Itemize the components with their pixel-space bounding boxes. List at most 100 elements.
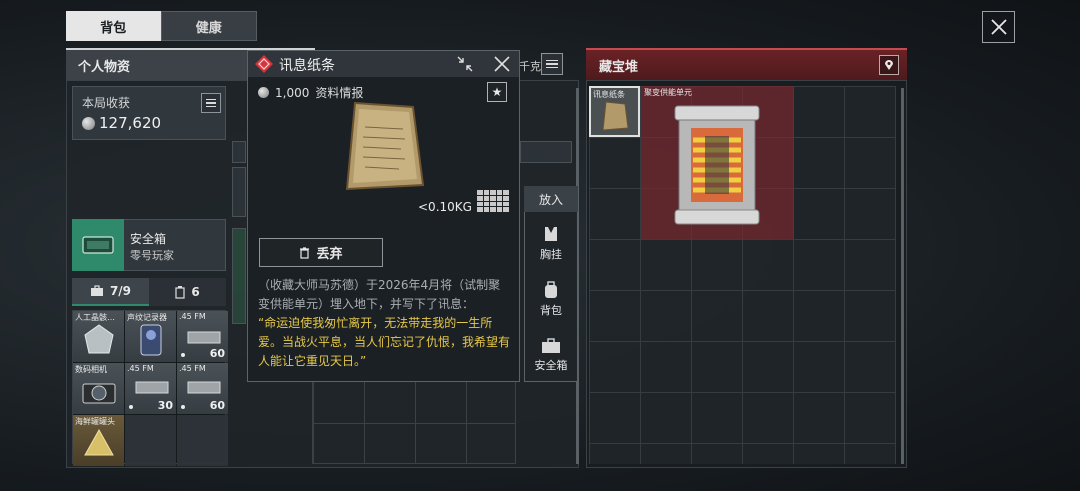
item-name: 人工晶骸… bbox=[75, 313, 115, 322]
slot-count: 7/9 bbox=[109, 284, 132, 298]
recorder-icon bbox=[140, 324, 162, 356]
backpack-icon bbox=[545, 281, 557, 298]
item-weight: <0.10KG bbox=[418, 200, 472, 214]
item-quantity: 30 bbox=[157, 399, 173, 412]
discard-label: 丢弃 bbox=[316, 247, 343, 262]
size-cell bbox=[490, 195, 496, 201]
item-name: .45 FM bbox=[127, 364, 154, 373]
item-value: 1,000 bbox=[275, 85, 310, 100]
item-name: 讯息纸条 bbox=[593, 90, 625, 99]
treasure-item-fusion-unit[interactable]: 聚变供能单元 bbox=[641, 86, 794, 239]
list-icon bbox=[206, 98, 216, 101]
size-cell bbox=[477, 207, 483, 212]
inventory-item[interactable]: 声纹记录器 bbox=[125, 311, 176, 362]
mid-grid bbox=[312, 380, 516, 464]
star-icon: ★ bbox=[491, 85, 503, 99]
popup-title: 讯息纸条 bbox=[279, 58, 335, 74]
fusion-unit-icon bbox=[674, 105, 760, 225]
item-description: （收藏大师马苏德）于2026年4月将（试制聚变供能单元）埋入地下，并写下了讯息：… bbox=[258, 276, 510, 371]
earnings-label: 本局收获 bbox=[82, 96, 131, 110]
ammo-box-icon bbox=[187, 381, 221, 394]
briefcase-icon bbox=[90, 285, 103, 296]
note-paper-image bbox=[345, 101, 425, 191]
size-cell bbox=[503, 207, 509, 212]
size-cell bbox=[477, 190, 483, 195]
list-icon-line bbox=[546, 66, 558, 69]
empty-slot[interactable] bbox=[125, 415, 176, 466]
put-option-safe-box[interactable]: 安全箱 bbox=[524, 338, 578, 373]
popup-close-icon[interactable] bbox=[492, 54, 512, 74]
put-option-label: 背包 bbox=[540, 304, 562, 317]
mid-fragment bbox=[232, 141, 246, 163]
size-cell bbox=[503, 190, 509, 195]
tab-health[interactable]: 健康 bbox=[160, 11, 257, 41]
size-cell bbox=[477, 195, 483, 201]
discard-button[interactable]: 丢弃 bbox=[259, 238, 383, 267]
ammo-box-icon bbox=[135, 381, 169, 394]
list-icon bbox=[546, 59, 558, 62]
inventory-item[interactable]: .45 FM 60 bbox=[177, 363, 228, 414]
item-size-grid bbox=[477, 190, 509, 212]
inventory-item[interactable]: 人工晶骸… bbox=[73, 311, 124, 362]
size-cell bbox=[496, 207, 503, 212]
trash-icon bbox=[300, 246, 310, 259]
canned-food-icon bbox=[84, 428, 114, 456]
pouch-icon bbox=[175, 285, 185, 299]
item-name: 数码相机 bbox=[75, 365, 107, 374]
container-tabs: 7/9 6 bbox=[72, 278, 226, 306]
coin-icon bbox=[258, 87, 269, 98]
crystal-icon bbox=[84, 324, 114, 354]
item-quantity: 60 bbox=[209, 347, 225, 360]
size-cell bbox=[483, 207, 490, 212]
inventory-item[interactable]: .45 FM 30 bbox=[125, 363, 176, 414]
put-option-chest-rig[interactable]: 胸挂 bbox=[524, 225, 578, 262]
inventory-item[interactable]: .45 FM 60 bbox=[177, 311, 228, 362]
list-icon-line bbox=[206, 105, 216, 108]
mid-fragment bbox=[520, 141, 572, 163]
size-cell bbox=[496, 190, 503, 195]
description-text: （收藏大师马苏德）于2026年4月将（试制聚变供能单元）埋入地下，并写下了讯息： bbox=[258, 278, 501, 311]
earnings-list-button[interactable] bbox=[201, 93, 221, 113]
camera-icon bbox=[82, 383, 116, 404]
collapse-icon[interactable] bbox=[455, 54, 475, 74]
put-option-backpack[interactable]: 背包 bbox=[524, 281, 578, 318]
location-pin-button[interactable] bbox=[879, 55, 899, 75]
item-name: 海鲜罐罐头 bbox=[75, 417, 115, 426]
put-option-label: 胸挂 bbox=[540, 248, 562, 261]
treasure-item-note[interactable]: 讯息纸条 bbox=[589, 86, 640, 137]
size-cell bbox=[503, 201, 509, 207]
inventory-grid: 人工晶骸… 声纹记录器 .45 FM 60 数码相机 .45 FM 30 .45… bbox=[72, 310, 228, 466]
favorite-button[interactable]: ★ bbox=[487, 82, 507, 102]
scrollbar[interactable] bbox=[901, 88, 904, 464]
item-name: .45 FM bbox=[179, 364, 206, 373]
size-cell bbox=[496, 195, 503, 201]
item-name: 声纹记录器 bbox=[127, 313, 167, 322]
size-cell bbox=[490, 207, 496, 212]
mid-fragment bbox=[232, 228, 246, 324]
close-button[interactable] bbox=[982, 11, 1015, 43]
size-cell bbox=[496, 201, 503, 207]
list-view-button[interactable] bbox=[541, 53, 563, 75]
safe-box-title: 安全箱 bbox=[130, 232, 167, 246]
size-cell bbox=[483, 190, 490, 195]
close-icon bbox=[990, 19, 1007, 35]
safe-box-icon bbox=[72, 219, 124, 271]
inventory-item[interactable]: 数码相机 bbox=[73, 363, 124, 414]
put-into-title: 放入 bbox=[524, 186, 578, 212]
tab-backpack[interactable]: 背包 bbox=[66, 11, 161, 41]
size-cell bbox=[483, 201, 490, 207]
safe-box-small-icon bbox=[542, 338, 560, 353]
inventory-item[interactable]: 海鲜罐罐头 bbox=[73, 415, 124, 466]
empty-slot[interactable] bbox=[177, 415, 228, 466]
list-icon-line bbox=[206, 102, 216, 104]
earnings-amount: 127,620 bbox=[99, 114, 162, 132]
coin-icon bbox=[82, 116, 95, 130]
size-cell bbox=[477, 201, 483, 207]
location-pin-icon bbox=[885, 60, 893, 70]
safe-box-subtitle: 零号玩家 bbox=[130, 249, 174, 262]
chest-rig-icon bbox=[545, 227, 557, 241]
backpack-count-tab[interactable]: 7/9 bbox=[72, 278, 149, 306]
size-cell bbox=[503, 195, 509, 201]
treasure-pile-header: 藏宝堆 bbox=[586, 48, 907, 80]
pouch-count-tab[interactable]: 6 bbox=[149, 278, 226, 306]
